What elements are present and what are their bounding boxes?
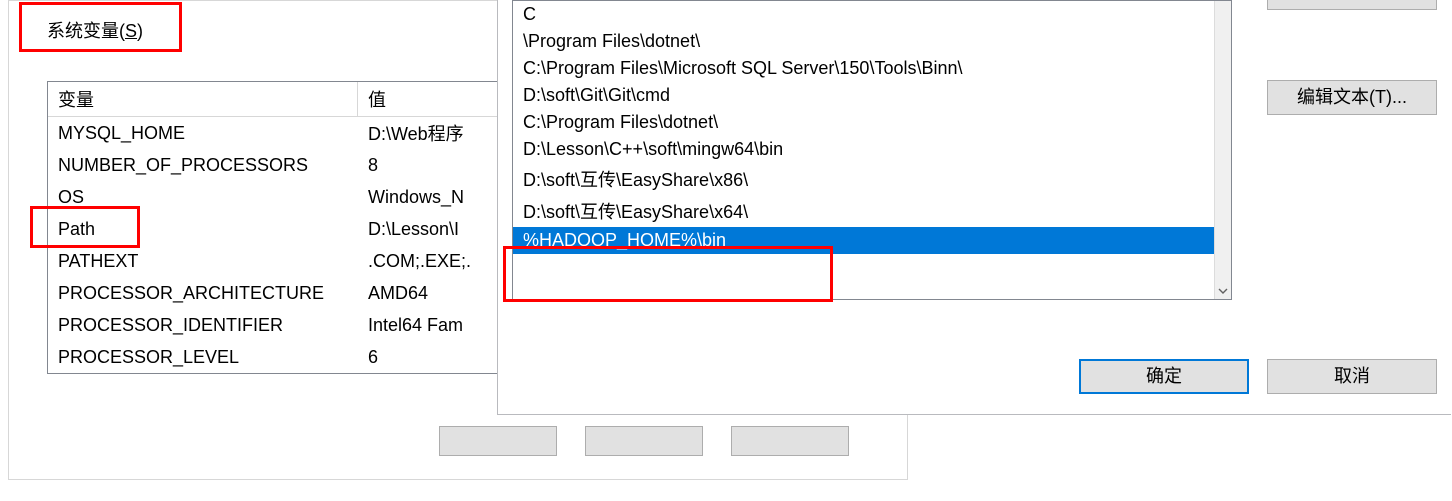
list-item[interactable]: C (513, 1, 1214, 28)
var-name: PROCESSOR_IDENTIFIER (48, 313, 358, 338)
list-item[interactable]: D:\soft\Git\Git\cmd (513, 82, 1214, 109)
var-name: PROCESSOR_LEVEL (48, 345, 358, 370)
list-item[interactable]: D:\soft\互传\EasyShare\x86\ (513, 163, 1214, 195)
group-label-accel: S (125, 21, 137, 41)
dialog-side-buttons: 编辑文本(T)... (1267, 0, 1437, 115)
chevron-down-icon (1218, 286, 1228, 296)
cancel-button[interactable]: 取消 (1267, 359, 1437, 394)
var-name: PROCESSOR_ARCHITECTURE (48, 281, 358, 306)
ok-button[interactable]: 确定 (1079, 359, 1249, 394)
system-variables-label: 系统变量(S) (39, 13, 151, 47)
list-item[interactable]: C:\Program Files\Microsoft SQL Server\15… (513, 55, 1214, 82)
group-label-prefix: 系统变量( (47, 21, 125, 41)
dialog-bottom-buttons: 确定 取消 (1079, 359, 1437, 394)
list-item[interactable]: \Program Files\dotnet\ (513, 28, 1214, 55)
list-item[interactable]: %HADOOP_HOME%\bin (513, 227, 1214, 254)
edit-text-button[interactable]: 编辑文本(T)... (1267, 80, 1437, 115)
list-item[interactable]: D:\Lesson\C++\soft\mingw64\bin (513, 136, 1214, 163)
var-name: OS (48, 185, 358, 210)
delete-button-cut[interactable] (731, 426, 849, 456)
side-button-cut[interactable] (1267, 0, 1437, 10)
path-list[interactable]: C\Program Files\dotnet\C:\Program Files\… (512, 0, 1232, 300)
var-name: MYSQL_HOME (48, 121, 358, 146)
group-label-suffix: ) (137, 21, 143, 41)
edit-path-dialog: C\Program Files\dotnet\C:\Program Files\… (497, 0, 1451, 415)
edit-button-cut[interactable] (585, 426, 703, 456)
list-item[interactable]: C:\Program Files\dotnet\ (513, 109, 1214, 136)
var-name: Path (48, 217, 358, 242)
var-name: NUMBER_OF_PROCESSORS (48, 153, 358, 178)
var-name: PATHEXT (48, 249, 358, 274)
new-button-cut[interactable] (439, 426, 557, 456)
list-item[interactable]: D:\soft\互传\EasyShare\x64\ (513, 195, 1214, 227)
system-variables-buttons (439, 426, 849, 456)
column-header-name[interactable]: 变量 (48, 82, 358, 116)
scrollbar[interactable] (1214, 1, 1231, 299)
scroll-down-button[interactable] (1215, 282, 1231, 299)
